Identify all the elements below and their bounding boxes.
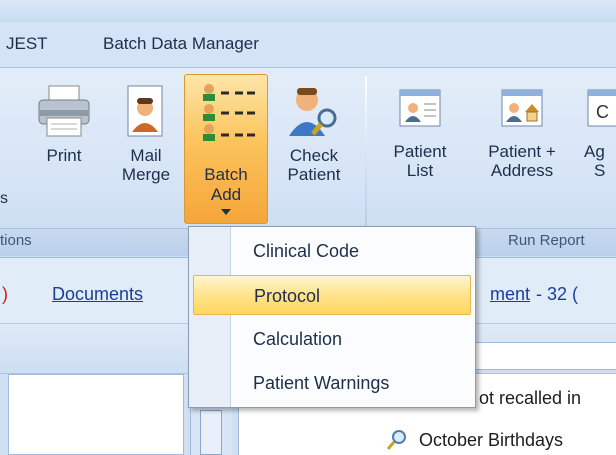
mail-merge-label-line1: Mail [130,146,162,165]
batch-add-dropdown-arrow-icon [221,209,231,215]
patient-address-label-line1: Patient + [488,142,556,161]
batch-add-button[interactable]: Batch Add [184,74,268,224]
check-patient-icon [289,88,337,136]
report-list-item-birthdays[interactable]: October Birthdays [419,430,563,451]
cut-off-label-line2: S [594,161,606,180]
menu-item-calculation[interactable]: Calculation [189,319,475,359]
filter-input[interactable] [470,342,616,370]
documents-link[interactable]: Documents [52,284,143,305]
menu-item-patient-warnings[interactable]: Patient Warnings [189,363,475,403]
search-icon [386,430,406,450]
batch-add-icon [203,84,255,141]
mail-merge-button[interactable]: Mail Merge [110,84,182,184]
batch-add-label-line1: Batch [204,165,248,184]
report-list-item-recall[interactable]: ot recalled in [479,388,581,409]
left-list-panel [8,374,184,455]
patient-address-label-line2: Address [490,161,554,180]
patient-address-icon [501,89,543,127]
batch-add-label-line2: Add [210,185,242,204]
patient-list-label-line1: Patient [393,142,447,161]
print-button[interactable]: Print [36,84,92,165]
menu-item-clinical-code[interactable]: Clinical Code [189,231,475,271]
ribbon-cut-label: s [0,190,8,207]
check-patient-label-line1: Check [289,146,339,165]
menu-item-protocol[interactable]: Protocol [193,275,471,315]
mail-merge-label-line2: Merge [121,165,171,184]
tab-jest[interactable]: JEST [6,34,48,54]
check-patient-button[interactable]: Check Patient [274,84,354,184]
patient-list-label-line2: List [406,161,434,180]
print-button-label: Print [46,146,82,165]
ribbon-group-label-actions: tions [0,232,32,249]
check-patient-label-line2: Patient [287,165,341,184]
patient-list-icon [399,89,441,127]
mail-merge-icon [127,85,163,137]
batch-add-dropdown-menu: Clinical Code Protocol Calculation Patie… [188,226,476,408]
cut-off-label-line1: Ag [584,142,605,161]
report-icon: C [587,89,616,127]
scrollbar-thumb[interactable] [200,410,222,455]
svg-text:C: C [596,102,609,122]
ribbon-tab-bar: JEST Batch Data Manager [0,22,616,68]
ribbon-group-label-run-report: Run Report [508,232,585,249]
left-count-paren: ) [2,284,8,304]
tab-batch-data-manager[interactable]: Batch Data Manager [103,34,259,54]
document-count-link[interactable]: ment [490,284,530,305]
printer-icon [38,85,90,137]
patient-list-button[interactable]: Patient List [380,84,460,180]
document-count-text: - 32 ( [536,284,579,304]
patient-address-button[interactable]: Patient + Address [474,84,570,180]
title-bar [0,0,616,22]
cut-off-report-button[interactable]: C Ag S [584,84,616,180]
